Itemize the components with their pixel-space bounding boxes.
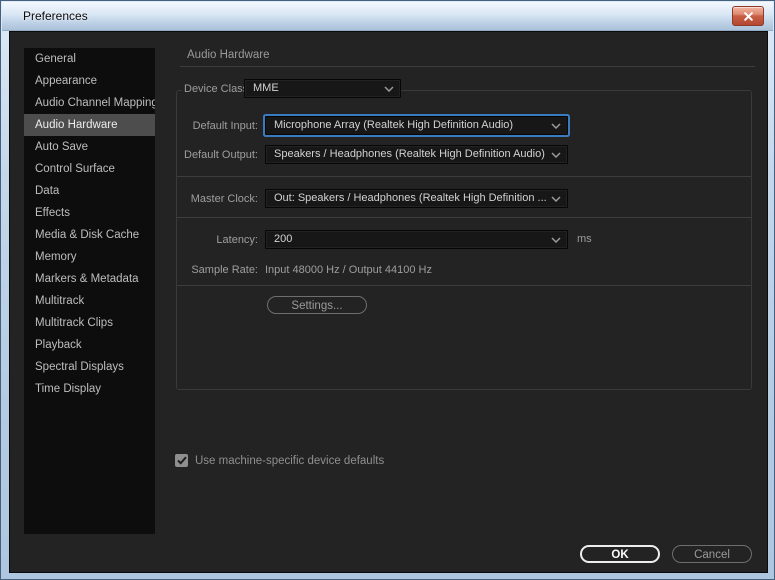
master-clock-dropdown[interactable]: Out: Speakers / Headphones (Realtek High… [265, 189, 568, 208]
close-button[interactable] [732, 6, 764, 26]
default-output-dropdown[interactable]: Speakers / Headphones (Realtek High Defi… [265, 145, 568, 164]
chevron-down-icon [384, 86, 394, 92]
default-output-value: Speakers / Headphones (Realtek High Defi… [274, 148, 545, 160]
close-icon [743, 11, 753, 21]
sidebar-item-appearance[interactable]: Appearance [24, 70, 155, 92]
device-class-dropdown[interactable]: MME [244, 79, 401, 98]
chevron-down-icon [551, 237, 561, 243]
default-input-label: Default Input: [192, 120, 258, 132]
latency-unit: ms [577, 233, 592, 245]
master-clock-label: Master Clock: [190, 193, 258, 205]
panel-title: Audio Hardware [187, 49, 270, 61]
latency-dropdown[interactable]: 200 [265, 230, 568, 249]
ok-button[interactable]: OK [580, 545, 660, 563]
section-divider [177, 217, 751, 218]
sidebar-item-audio-channel-mapping[interactable]: Audio Channel Mapping [24, 92, 155, 114]
sidebar-item-time-display[interactable]: Time Display [24, 378, 155, 400]
checkmark-icon [176, 456, 187, 465]
sidebar-item-spectral-displays[interactable]: Spectral Displays [24, 356, 155, 378]
window-title: Preferences [23, 9, 88, 23]
machine-defaults-label[interactable]: Use machine-specific device defaults [195, 454, 384, 468]
device-class-label: Device Class: [182, 81, 252, 97]
default-output-label: Default Output: [184, 149, 258, 161]
device-class-value: MME [253, 82, 279, 94]
sidebar-item-playback[interactable]: Playback [24, 334, 155, 356]
chevron-down-icon [551, 196, 561, 202]
titlebar[interactable]: Preferences [2, 2, 773, 31]
chevron-down-icon [551, 123, 561, 129]
sample-rate-value: Input 48000 Hz / Output 44100 Hz [265, 264, 432, 276]
settings-button[interactable]: Settings... [267, 296, 367, 314]
latency-label: Latency: [216, 234, 258, 246]
panel-title-divider [180, 66, 755, 67]
dialog-content: General Appearance Audio Channel Mapping Au… [9, 31, 768, 573]
default-input-value: Microphone Array (Realtek High Definitio… [274, 119, 514, 131]
preferences-window: Preferences General Appearance Audio Chann… [0, 0, 775, 580]
default-input-dropdown[interactable]: Microphone Array (Realtek High Definitio… [265, 116, 568, 135]
sidebar-item-multitrack-clips[interactable]: Multitrack Clips [24, 312, 155, 334]
section-divider [177, 285, 751, 286]
sidebar-item-multitrack[interactable]: Multitrack [24, 290, 155, 312]
master-clock-value: Out: Speakers / Headphones (Realtek High… [274, 192, 547, 204]
latency-value: 200 [274, 233, 293, 245]
section-divider [177, 176, 751, 177]
cancel-button[interactable]: Cancel [672, 545, 752, 563]
machine-defaults-checkbox[interactable] [175, 454, 188, 467]
sidebar-list: General Appearance Audio Channel Mapping Au… [24, 48, 155, 400]
chevron-down-icon [551, 152, 561, 158]
sidebar-item-general[interactable]: General [24, 48, 155, 70]
sample-rate-label: Sample Rate: [191, 264, 258, 276]
